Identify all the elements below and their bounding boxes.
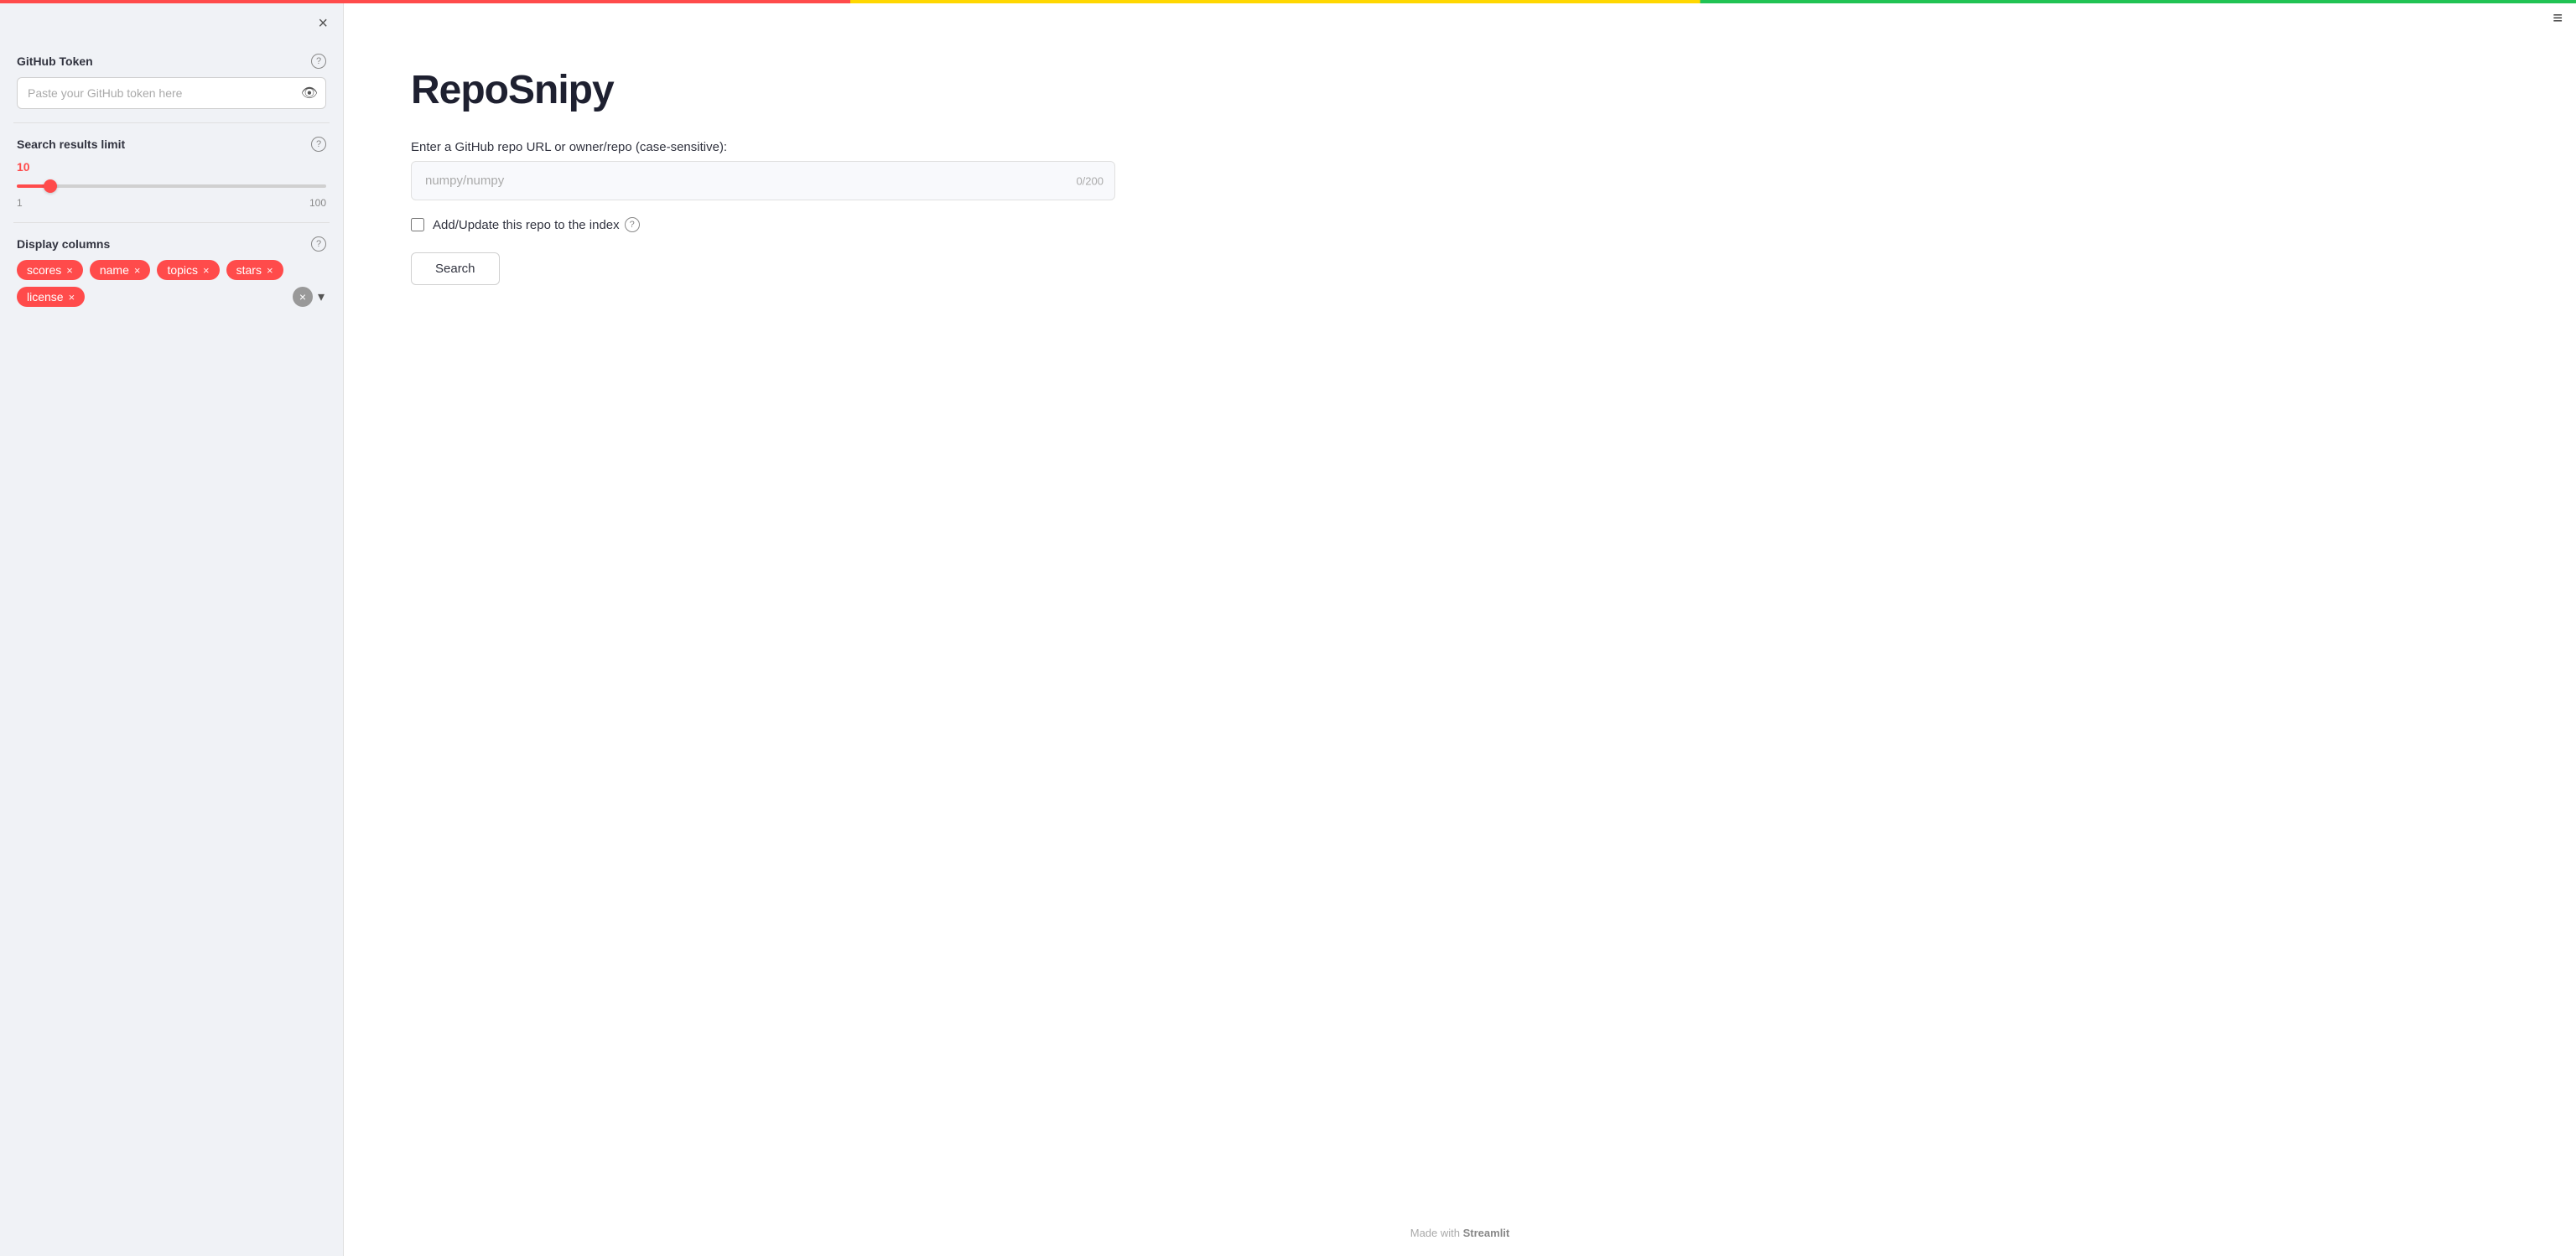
tag-scores: scores × xyxy=(17,260,83,280)
tag-label-scores: scores xyxy=(27,263,61,277)
add-update-checkbox[interactable] xyxy=(411,218,424,231)
slider-wrapper xyxy=(17,177,326,192)
repo-input-wrapper: 0/200 xyxy=(411,161,1115,200)
footer: Made with Streamlit xyxy=(344,1210,2576,1256)
clear-tags-button[interactable]: × xyxy=(293,287,313,307)
search-results-limit-header: Search results limit ? xyxy=(17,137,326,152)
tag-label-topics: topics xyxy=(167,263,198,277)
main-body: RepoSnipy Enter a GitHub repo URL or own… xyxy=(344,0,1182,1210)
github-token-header: GitHub Token ? xyxy=(17,54,326,69)
tag-remove-name[interactable]: × xyxy=(134,265,141,276)
tags-dropdown-button[interactable]: ▾ xyxy=(316,288,326,305)
tag-label-license: license xyxy=(27,290,64,304)
tag-stars: stars × xyxy=(226,260,283,280)
tag-remove-stars[interactable]: × xyxy=(267,265,273,276)
tag-label-name: name xyxy=(100,263,129,277)
slider-value: 10 xyxy=(17,160,326,174)
footer-brand: Streamlit xyxy=(1463,1227,1510,1239)
add-update-help-icon[interactable]: ? xyxy=(625,217,640,232)
github-token-title: GitHub Token xyxy=(17,54,93,68)
github-token-help-icon[interactable]: ? xyxy=(311,54,326,69)
app-title: RepoSnipy xyxy=(411,67,1115,113)
token-input-wrapper: 👁 xyxy=(17,77,326,109)
tags-area: scores × name × topics × stars × license × × ▾ xyxy=(17,260,326,307)
slider-max-label: 100 xyxy=(309,197,326,209)
add-update-label[interactable]: Add/Update this repo to the index ? xyxy=(433,217,640,232)
hamburger-button[interactable]: ≡ xyxy=(2553,10,2563,27)
github-token-input[interactable] xyxy=(17,77,326,109)
char-count: 0/200 xyxy=(1076,174,1104,187)
main-content: ≡ RepoSnipy Enter a GitHub repo URL or o… xyxy=(344,0,2576,1256)
tag-name: name × xyxy=(90,260,151,280)
github-token-section: GitHub Token ? 👁 xyxy=(13,40,330,123)
slider-labels: 1 100 xyxy=(17,197,326,209)
eye-icon[interactable]: 👁 xyxy=(301,85,318,101)
footer-prefix: Made with xyxy=(1410,1227,1460,1239)
tag-label-stars: stars xyxy=(236,263,262,277)
tag-remove-scores[interactable]: × xyxy=(66,265,73,276)
tag-remove-topics[interactable]: × xyxy=(203,265,210,276)
search-results-limit-section: Search results limit ? 10 1 100 xyxy=(13,123,330,223)
repo-input-label: Enter a GitHub repo URL or owner/repo (c… xyxy=(411,140,1115,154)
add-update-row: Add/Update this repo to the index ? xyxy=(411,217,1115,232)
repo-input[interactable] xyxy=(411,161,1115,200)
search-results-limit-help-icon[interactable]: ? xyxy=(311,137,326,152)
close-sidebar-button[interactable]: × xyxy=(314,12,331,35)
display-columns-help-icon[interactable]: ? xyxy=(311,236,326,252)
display-columns-header: Display columns ? xyxy=(17,236,326,252)
results-limit-slider[interactable] xyxy=(17,184,326,188)
sidebar: × GitHub Token ? 👁 Search results limit … xyxy=(0,0,344,1256)
tag-remove-license[interactable]: × xyxy=(69,292,75,303)
tag-topics: topics × xyxy=(157,260,219,280)
display-columns-section: Display columns ? scores×name×topics×sta… xyxy=(13,223,330,320)
display-columns-title: Display columns xyxy=(17,237,110,251)
search-button[interactable]: Search xyxy=(411,252,500,285)
tag-license: license × xyxy=(17,287,85,307)
search-results-limit-title: Search results limit xyxy=(17,138,125,151)
slider-min-label: 1 xyxy=(17,197,23,209)
